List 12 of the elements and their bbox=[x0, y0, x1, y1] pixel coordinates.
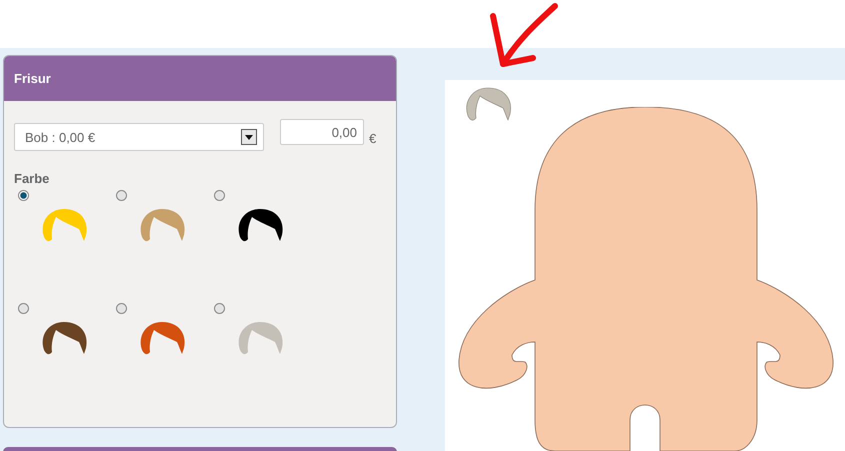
color-radio[interactable] bbox=[214, 303, 225, 314]
color-radio[interactable] bbox=[18, 303, 29, 314]
panel-title: Frisur bbox=[14, 71, 51, 86]
color-radio[interactable] bbox=[116, 190, 127, 201]
price-field[interactable]: 0,00 bbox=[280, 119, 364, 145]
color-radio[interactable] bbox=[214, 190, 225, 201]
color-label: Farbe bbox=[14, 171, 50, 186]
currency-label: € bbox=[369, 131, 376, 146]
hairstyle-select[interactable]: Bob : 0,00 € bbox=[14, 123, 264, 151]
color-radio[interactable] bbox=[18, 190, 29, 201]
dropdown-caret-icon bbox=[241, 129, 257, 145]
color-radio[interactable] bbox=[116, 303, 127, 314]
